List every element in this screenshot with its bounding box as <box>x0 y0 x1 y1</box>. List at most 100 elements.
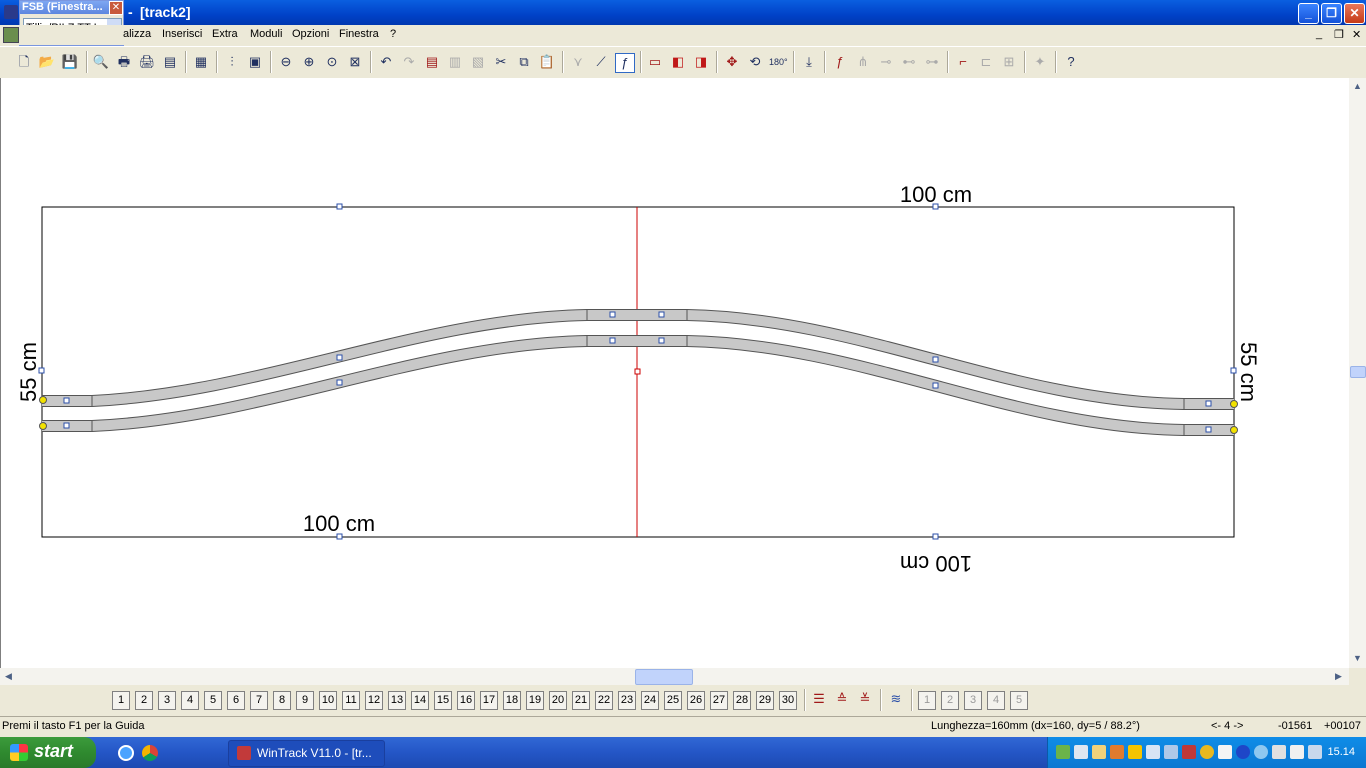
layer-up-icon[interactable]: ≙ <box>833 690 851 708</box>
parts-list-icon[interactable]: ▤ <box>423 53 441 71</box>
move-icon[interactable]: ✥ <box>723 53 741 71</box>
folder-icon[interactable] <box>1092 745 1106 759</box>
drawing-canvas[interactable]: 100 cm 100 cm 100 cm 55 cm 55 cm <box>0 78 1350 668</box>
menu-help[interactable]: ? <box>390 28 396 40</box>
menu-visualizza[interactable]: alizza <box>123 28 151 40</box>
copy-icon[interactable]: ⧉ <box>515 53 533 71</box>
zoom-window-icon[interactable]: ⊙ <box>323 53 341 71</box>
restore-button[interactable]: ❐ <box>1321 3 1342 24</box>
document-icon[interactable] <box>3 27 19 43</box>
display-icon[interactable] <box>1164 745 1178 759</box>
bluetooth-icon[interactable] <box>1236 745 1250 759</box>
page-tab-11[interactable]: 11 <box>342 691 360 710</box>
height-icon[interactable]: ⤓ <box>800 53 818 71</box>
scroll-down-icon[interactable]: ▼ <box>1349 650 1366 667</box>
page-tab-1[interactable]: 1 <box>112 691 130 710</box>
page-tab-18[interactable]: 18 <box>503 691 521 710</box>
print-preview-icon[interactable]: 🔍 <box>92 53 110 71</box>
page-tab-14[interactable]: 14 <box>411 691 429 710</box>
page-tab-17[interactable]: 17 <box>480 691 498 710</box>
track-plan-svg[interactable]: 100 cm 100 cm 100 cm 55 cm 55 cm <box>1 78 1350 668</box>
fsb-close-icon[interactable]: ✕ <box>109 1 123 15</box>
zoom-in-icon[interactable]: ⊕ <box>300 53 318 71</box>
new-file-icon[interactable]: 🗋 <box>15 53 33 71</box>
connect-icon[interactable]: ƒ <box>831 53 849 71</box>
keyboard-icon[interactable] <box>1290 745 1304 759</box>
volume-icon[interactable] <box>1146 745 1160 759</box>
app-icon[interactable] <box>4 5 18 19</box>
close-button[interactable]: ✕ <box>1344 3 1365 24</box>
print-icon[interactable]: 🖶 <box>115 53 133 71</box>
security-icon[interactable] <box>1110 745 1124 759</box>
chrome-icon[interactable] <box>142 745 158 761</box>
page-tab-21[interactable]: 21 <box>572 691 590 710</box>
page-tab-27[interactable]: 27 <box>710 691 728 710</box>
vertical-scrollbar[interactable]: ▲ ▼ <box>1349 78 1366 668</box>
layer-icon[interactable]: ☰ <box>810 690 828 708</box>
page-tab-7[interactable]: 7 <box>250 691 268 710</box>
horizontal-scrollbar[interactable]: ◀ ▶ <box>0 668 1349 685</box>
settings-sliders-icon[interactable]: ⫶ <box>223 53 241 71</box>
text-box-icon[interactable]: ▭ <box>646 53 664 71</box>
page-tab-9[interactable]: 9 <box>296 691 314 710</box>
page-tab-29[interactable]: 29 <box>756 691 774 710</box>
curve-track-icon[interactable]: ƒ <box>615 53 635 73</box>
rotate-icon[interactable]: ⟲ <box>746 53 764 71</box>
page-tab-4[interactable]: 4 <box>181 691 199 710</box>
start-button[interactable]: start <box>0 737 96 768</box>
page-tab-16[interactable]: 16 <box>457 691 475 710</box>
page-tab-26[interactable]: 26 <box>687 691 705 710</box>
page-tab-5[interactable]: 5 <box>204 691 222 710</box>
rotate-180-icon[interactable]: 180° <box>769 53 788 71</box>
mdi-minimize-button[interactable]: _ <box>1316 28 1322 40</box>
object-front-icon[interactable]: ◧ <box>669 53 687 71</box>
layers-icon[interactable]: ▦ <box>192 53 210 71</box>
shield-icon[interactable] <box>1128 745 1142 759</box>
flex-track-icon[interactable]: ⟋ <box>592 53 610 71</box>
page-tab-28[interactable]: 28 <box>733 691 751 710</box>
page-tab-10[interactable]: 10 <box>319 691 337 710</box>
open-folder-icon[interactable]: 📂 <box>38 53 56 71</box>
scroll-up-icon[interactable]: ▲ <box>1349 78 1366 95</box>
internet-explorer-icon[interactable] <box>118 745 134 761</box>
chrome-tray-icon[interactable] <box>1200 745 1214 759</box>
cut-icon[interactable]: ✂ <box>492 53 510 71</box>
context-help-icon[interactable]: ? <box>1062 53 1080 71</box>
zoom-all-icon[interactable]: ⊠ <box>346 53 364 71</box>
page-tab-23[interactable]: 23 <box>618 691 636 710</box>
layers-stack-icon[interactable]: ≋ <box>887 690 905 708</box>
menu-moduli[interactable]: Moduli <box>250 28 282 40</box>
menu-extra[interactable]: Extra <box>212 28 238 40</box>
page-tab-2[interactable]: 2 <box>135 691 153 710</box>
undo-icon[interactable]: ↶ <box>377 53 395 71</box>
save-icon[interactable]: 💾 <box>61 53 79 71</box>
page-tab-13[interactable]: 13 <box>388 691 406 710</box>
horizontal-scroll-thumb[interactable] <box>635 669 693 685</box>
page-tab-19[interactable]: 19 <box>526 691 544 710</box>
menu-finestra[interactable]: Finestra <box>339 28 379 40</box>
monitor-icon[interactable] <box>1272 745 1286 759</box>
page-tab-15[interactable]: 15 <box>434 691 452 710</box>
layer-down-icon[interactable]: ≚ <box>856 690 874 708</box>
wifi-icon[interactable] <box>1308 745 1322 759</box>
scroll-left-icon[interactable]: ◀ <box>0 668 17 685</box>
page-tab-12[interactable]: 12 <box>365 691 383 710</box>
taskbar-item-wintrack[interactable]: WinTrack V11.0 - [tr... <box>228 740 385 767</box>
page-tab-25[interactable]: 25 <box>664 691 682 710</box>
tray-app-icon[interactable] <box>1074 745 1088 759</box>
scroll-right-icon[interactable]: ▶ <box>1330 668 1347 685</box>
network-icon[interactable] <box>1056 745 1070 759</box>
search-icon[interactable] <box>1254 745 1268 759</box>
antivirus-icon[interactable] <box>1182 745 1196 759</box>
mdi-close-button[interactable]: ✕ <box>1352 28 1361 41</box>
menu-opzioni[interactable]: Opzioni <box>292 28 329 40</box>
page-tab-22[interactable]: 22 <box>595 691 613 710</box>
page-tab-6[interactable]: 6 <box>227 691 245 710</box>
minimize-button[interactable]: _ <box>1298 3 1319 24</box>
page-setup-icon[interactable]: ▤ <box>161 53 179 71</box>
measure-icon[interactable]: ⌐ <box>954 53 972 71</box>
background-image-icon[interactable]: ▣ <box>246 53 264 71</box>
page-tab-20[interactable]: 20 <box>549 691 567 710</box>
object-back-icon[interactable]: ◨ <box>692 53 710 71</box>
vertical-scroll-thumb[interactable] <box>1350 366 1366 378</box>
